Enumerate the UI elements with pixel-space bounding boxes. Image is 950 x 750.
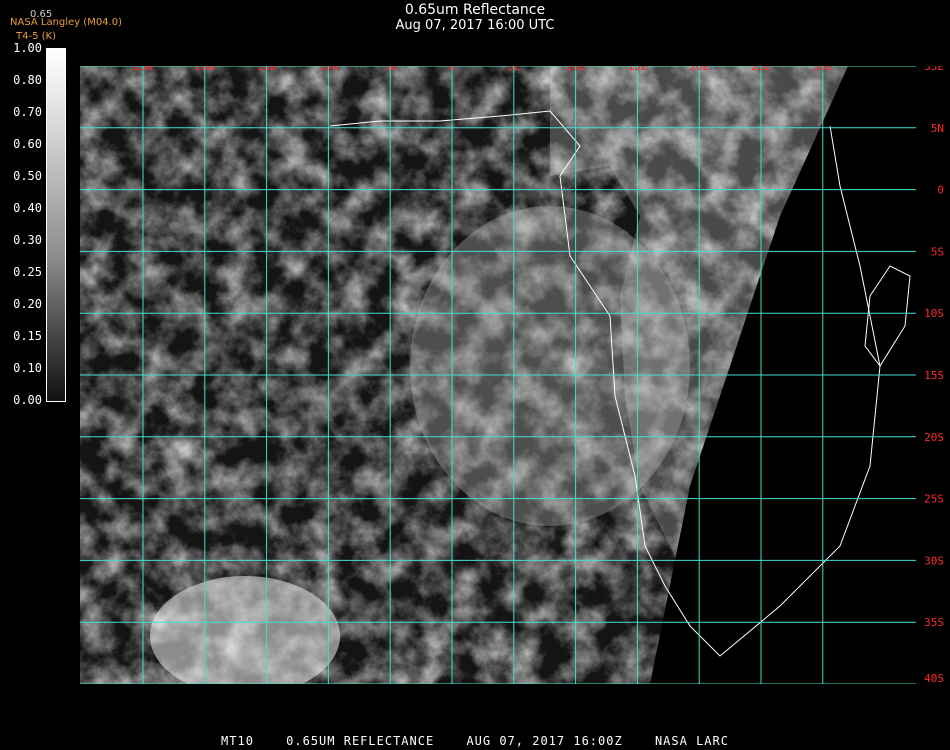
colorbar-tick: 0.10 xyxy=(13,361,42,375)
longitude-label: 10W xyxy=(318,66,338,73)
latitude-label: 20S xyxy=(924,431,944,444)
footer-description: 0.65UM REFLECTANCE xyxy=(286,734,435,748)
credit-label: NASA Langley (M04.0) xyxy=(10,17,122,28)
longitude-label: 30E xyxy=(813,66,833,73)
latitude-label: 30S xyxy=(924,554,944,567)
latitude-label: 15S xyxy=(924,369,944,382)
longitude-label: 5W xyxy=(384,66,398,73)
longitude-label: 20E xyxy=(689,66,709,73)
colorbar-tick: 0.80 xyxy=(13,73,42,87)
footer-time: AUG 07, 2017 16:00Z xyxy=(466,734,623,748)
colorbar-tick: 0.25 xyxy=(13,265,42,279)
longitude-label: 15W xyxy=(257,66,277,73)
image-title: 0.65um Reflectance xyxy=(404,2,546,18)
latitude-label: 5N xyxy=(931,122,944,135)
latitude-label: 35S xyxy=(924,616,944,629)
longitude-label: 15E xyxy=(627,66,647,73)
colorbar-tick: 1.00 xyxy=(13,41,42,55)
latitude-label: 35E xyxy=(924,66,944,73)
colorbar-tick: 0.30 xyxy=(13,233,42,247)
colorbar-tick: 0.60 xyxy=(13,137,42,151)
longitude-label: 0 xyxy=(449,66,456,73)
colorbar-tick: 0.00 xyxy=(13,393,42,407)
image-datetime: Aug 07, 2017 16:00 UTC xyxy=(395,18,555,33)
colorbar-tick: 0.20 xyxy=(13,297,42,311)
colorbar-tick: 0.15 xyxy=(13,329,42,343)
satellite-map: 25W 20W 15W 10W 5W 0 5E 10E 15E 20E 25E 30E 35E 5N 0 5… xyxy=(80,66,946,684)
latitude-label: 25S xyxy=(924,493,944,506)
longitude-label: 20W xyxy=(195,66,215,73)
latitude-label: 0 xyxy=(937,184,944,197)
longitude-label: 10E xyxy=(566,66,586,73)
footer-caption: MT10 0.65UM REFLECTANCE AUG 07, 2017 16:… xyxy=(0,734,950,748)
latitude-label: 10S xyxy=(924,307,944,320)
latitude-label: 5S xyxy=(931,245,944,258)
longitude-label: 5E xyxy=(507,66,520,73)
footer-source: NASA LARC xyxy=(654,734,729,748)
colorbar xyxy=(46,48,66,402)
colorbar-tick: 0.50 xyxy=(13,169,42,183)
footer-product: MT10 xyxy=(221,734,254,748)
longitude-label: 25E xyxy=(751,66,771,73)
latitude-label: 40S xyxy=(924,672,944,684)
colorbar-tick: 0.70 xyxy=(13,105,42,119)
colorbar-tick: 0.40 xyxy=(13,201,42,215)
longitude-label: 25W xyxy=(133,66,153,73)
